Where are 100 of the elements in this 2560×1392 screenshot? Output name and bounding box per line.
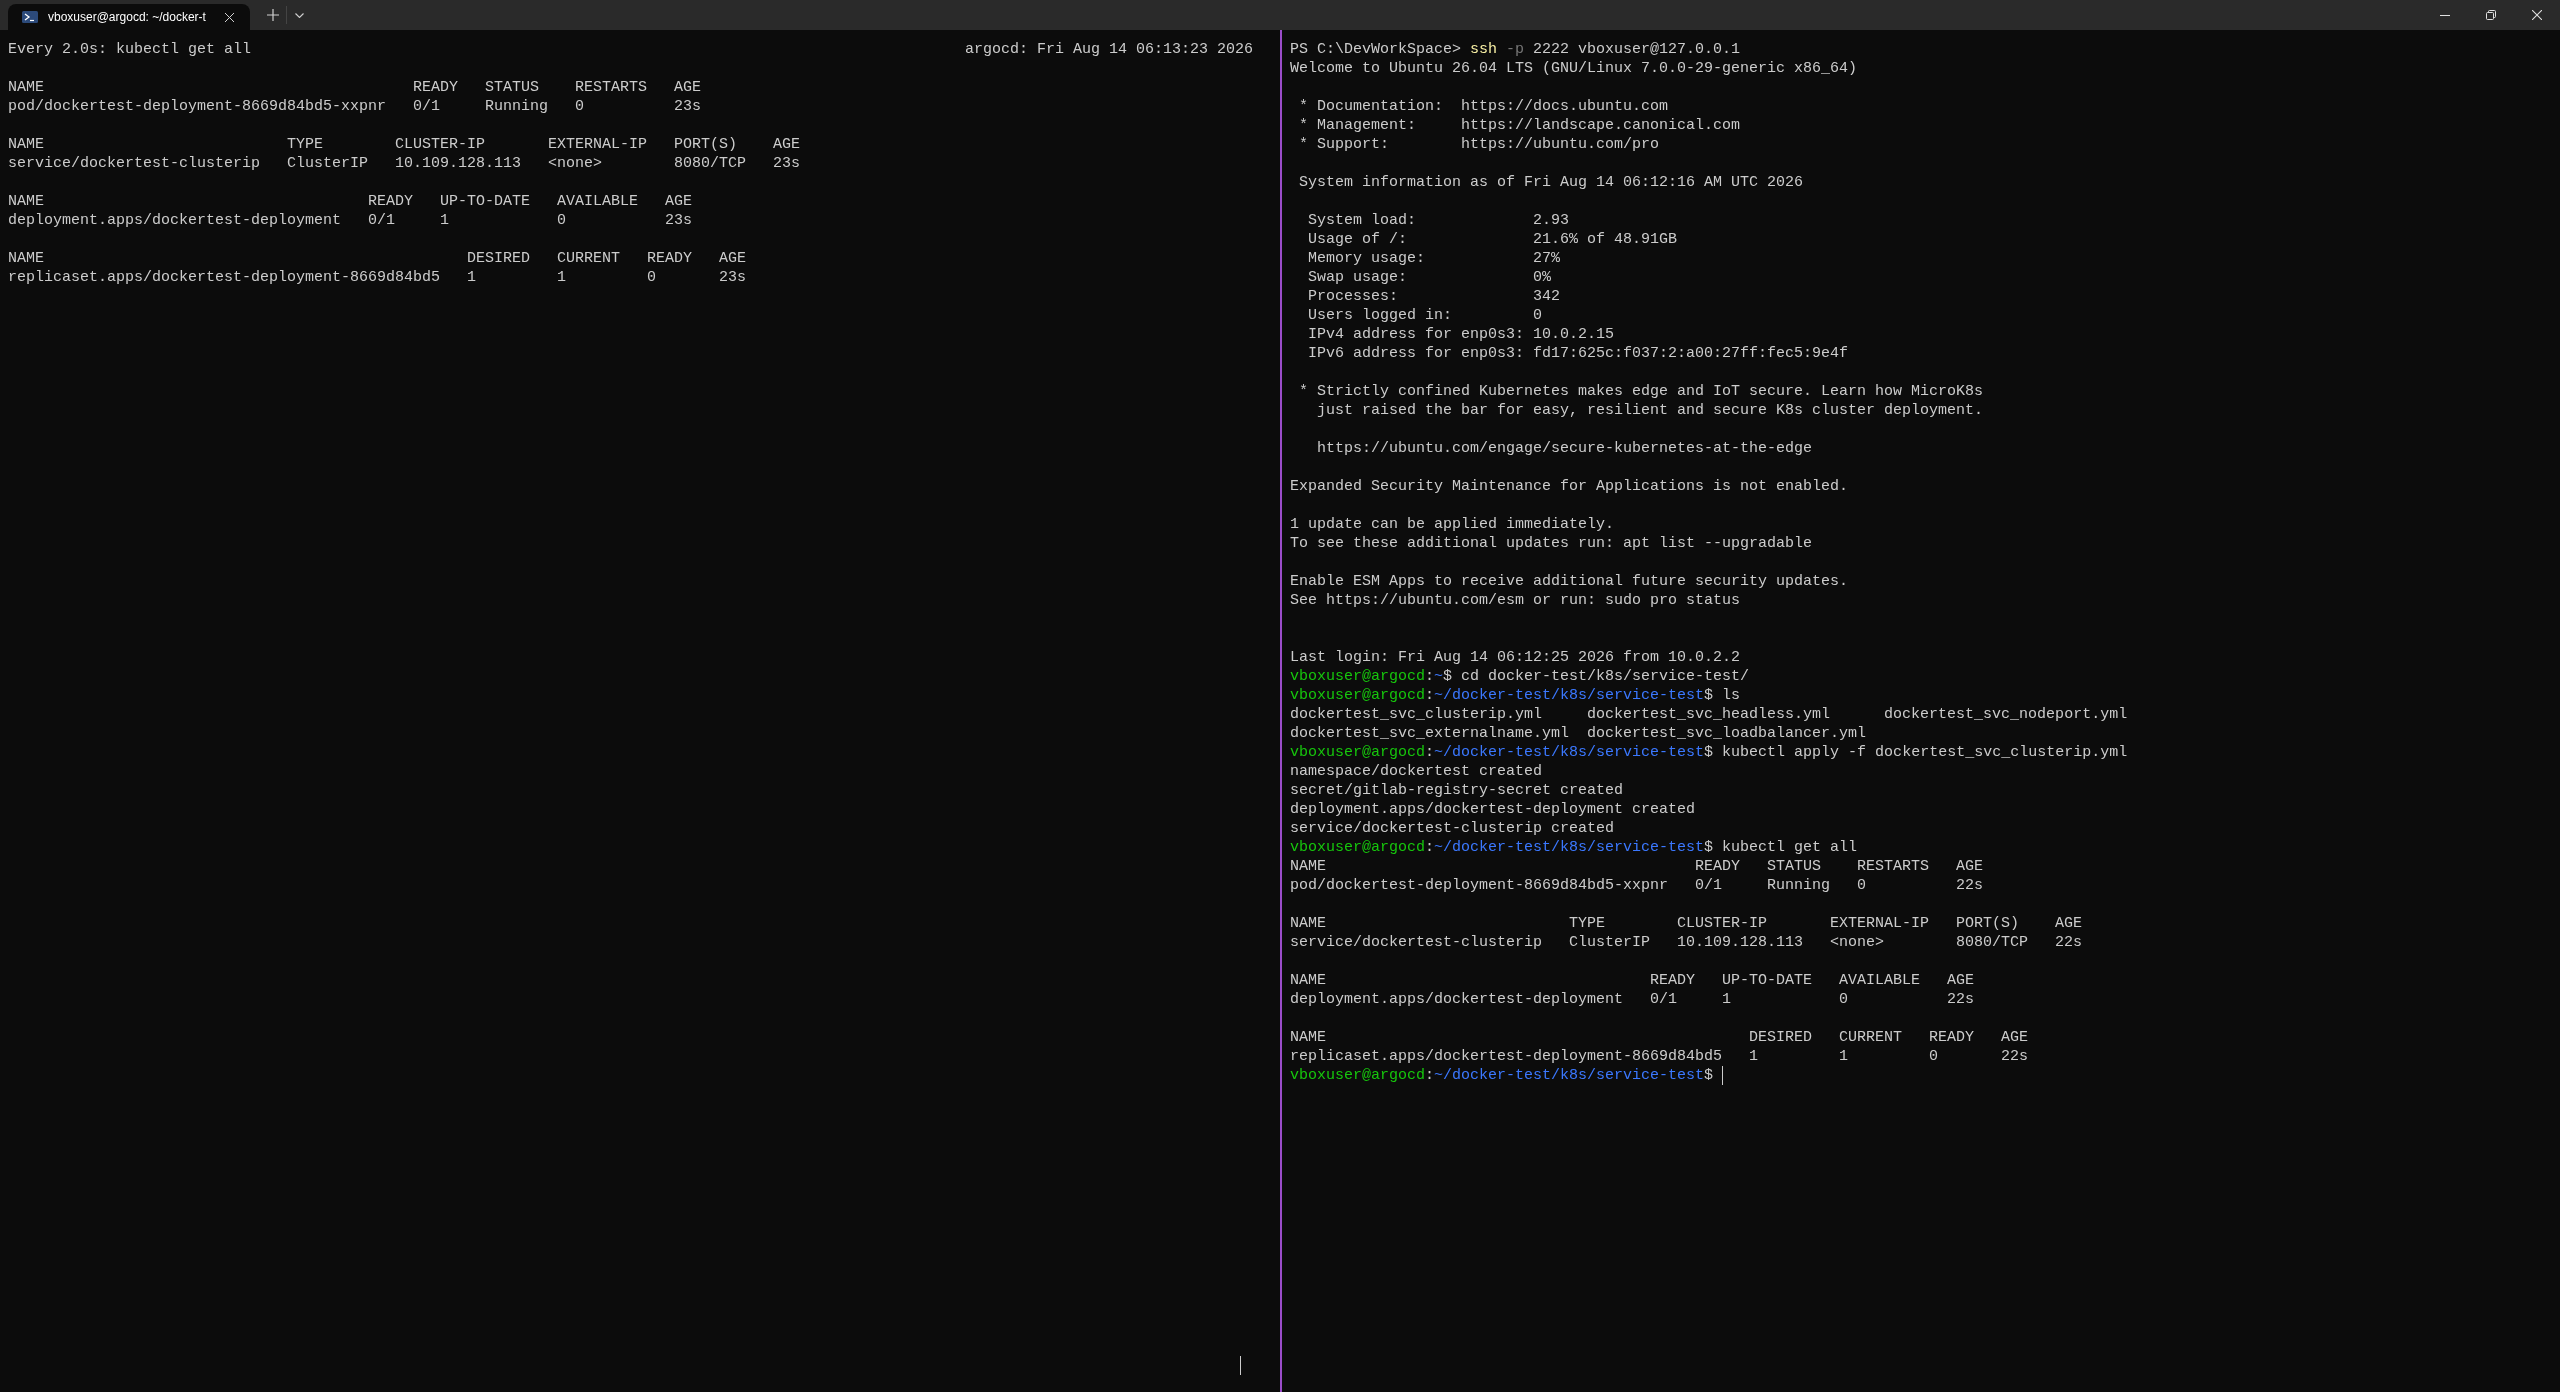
table-cell-text: 0 <box>1839 990 1850 1009</box>
column-header: AGE <box>665 192 693 211</box>
output-text: 2222 vboxuser@127.0.0.1 <box>1532 40 1741 59</box>
output-text: * Strictly confined Kubernetes makes edge and IoT secure. Learn how MicroK8s <box>1298 382 1984 401</box>
column-header: AGE <box>674 78 702 97</box>
output-text: $ cd docker-test/k8s/service-test/ <box>1443 667 1750 686</box>
table-cell-text: 0/1 <box>1650 990 1679 1009</box>
column-header: READY <box>368 192 415 211</box>
column-header: AVAILABLE <box>1839 971 1922 990</box>
column-header: UP-TO-DATE <box>440 192 532 211</box>
column-header: STATUS <box>485 78 541 97</box>
minimize-icon <box>2440 14 2450 16</box>
column-header: READY <box>413 78 460 97</box>
column-header: READY <box>1695 857 1742 876</box>
column-header: AVAILABLE <box>557 192 640 211</box>
table-cell-text: 0 <box>557 211 568 230</box>
table-cell-text: 0/1 <box>368 211 397 230</box>
tab-close-button[interactable] <box>222 10 236 24</box>
column-header: AGE <box>2001 1028 2029 1047</box>
close-icon <box>224 12 234 22</box>
table-cell-text: 0/1 <box>1695 876 1724 895</box>
column-header: RESTARTS <box>575 78 649 97</box>
column-header: RESTARTS <box>1857 857 1931 876</box>
table-cell-text: 8080/TCP <box>1956 933 2030 952</box>
output-text: $ ls <box>1704 686 1741 705</box>
prompt-path: ~ <box>1434 667 1444 686</box>
column-header: CURRENT <box>557 249 622 268</box>
table-cell-text: deployment.apps/dockertest-deployment <box>1290 990 1625 1009</box>
table-cell: 22s <box>1956 876 1984 895</box>
output-text: * Support: https://ubuntu.com/pro <box>1298 135 1660 154</box>
output-text: Users logged in: 0 <box>1307 306 1543 325</box>
table-cell-text: pod/dockertest-deployment-8669d84bd5-xxpnr <box>8 97 388 116</box>
column-header: READY <box>1650 971 1697 990</box>
table-cell-text: 0 <box>575 97 586 116</box>
output-text: Memory usage: 27% <box>1307 249 1561 268</box>
prompt-user: vboxuser@argocd <box>1290 743 1426 762</box>
table-cell-text: Running <box>485 97 550 116</box>
column-header: EXTERNAL-IP <box>548 135 649 154</box>
column-header: AGE <box>773 135 801 154</box>
column-header: AGE <box>1947 971 1975 990</box>
output-text: dockertest_svc_clusterip.yml dockertest_svc_headless.yml dockertest_svc_nodeport.yml <box>1290 705 2128 724</box>
output-text: : <box>1425 667 1435 686</box>
output-text: secret/gitlab-registry-secret created <box>1290 781 1624 800</box>
column-header: TYPE <box>1569 914 1607 933</box>
column-header: PORT(S) <box>1956 914 2021 933</box>
output-text: Welcome to Ubuntu 26.04 LTS (GNU/Linux 7.0.0-29-generic x86_64) <box>1290 59 1858 78</box>
plus-icon <box>267 9 279 21</box>
column-header: NAME <box>1290 1028 1327 1047</box>
table-cell-text: 1 <box>1722 990 1733 1009</box>
table-cell: 23s <box>665 211 693 230</box>
output-text: Swap usage: 0% <box>1307 268 1552 287</box>
output-text: : <box>1425 686 1435 705</box>
table-cell-text: 0 <box>647 268 658 287</box>
column-header: DESIRED <box>1749 1028 1814 1047</box>
table-cell: 22s <box>2055 933 2083 952</box>
column-header: TYPE <box>287 135 325 154</box>
output-text: * Management: https://landscape.canonical.com <box>1298 116 1741 135</box>
output-text: deployment.apps/dockertest-deployment created <box>1290 800 1696 819</box>
output-text: : <box>1425 1066 1435 1085</box>
output-text: just raised the bar for easy, resilient and secure K8s cluster deployment. <box>1316 401 1984 420</box>
table-cell-text: 1 <box>1839 1047 1850 1066</box>
terminal-tab[interactable]: vboxuser@argocd: ~/docker-t <box>8 4 250 30</box>
table-cell: 23s <box>674 97 702 116</box>
output-text: PS C:\DevWorkSpace> <box>1290 40 1463 59</box>
table-cell-text: 1 <box>1749 1047 1760 1066</box>
table-cell: 23s <box>773 154 801 173</box>
table-cell: 22s <box>2001 1047 2029 1066</box>
output-text: : <box>1425 743 1435 762</box>
output-text: See https://ubuntu.com/esm or run: sudo pro status <box>1290 591 1741 610</box>
output-text: System load: 2.93 <box>1307 211 1570 230</box>
prompt-user: vboxuser@argocd <box>1290 1066 1426 1085</box>
output-text: Usage of /: 21.6% of 48.91GB <box>1307 230 1678 249</box>
output-text: To see these additional updates run: apt list --upgradable <box>1290 534 1813 553</box>
text-cursor <box>1240 1356 1241 1375</box>
close-icon <box>2532 10 2542 20</box>
column-header: UP-TO-DATE <box>1722 971 1814 990</box>
column-header: CURRENT <box>1839 1028 1904 1047</box>
column-header: NAME <box>1290 971 1327 990</box>
column-header: READY <box>647 249 694 268</box>
column-header: NAME <box>8 135 45 154</box>
output-text: IPv4 address for enp0s3: 10.0.2.15 <box>1307 325 1615 344</box>
column-header: NAME <box>8 78 45 97</box>
table-cell-text: Running <box>1767 876 1832 895</box>
output-text: Last login: Fri Aug 14 06:12:25 2026 from 10.0.2.2 <box>1290 648 1741 667</box>
chevron-down-icon <box>294 12 304 18</box>
output-text: namespace/dockertest created <box>1290 762 1543 781</box>
prompt-user: vboxuser@argocd <box>1290 838 1426 857</box>
output-text: service/dockertest-clusterip created <box>1290 819 1615 838</box>
prompt-path: ~/docker-test/k8s/service-test <box>1434 686 1705 705</box>
output-text: $ <box>1704 1066 1715 1085</box>
output-text: : <box>1425 838 1435 857</box>
table-cell: 22s <box>1947 990 1975 1009</box>
output-text: Processes: 342 <box>1307 287 1561 306</box>
output-text: IPv6 address for enp0s3: fd17:625c:f037:2:a00:27ff:fec5:9e4f <box>1307 344 1849 363</box>
output-text: Expanded Security Maintenance for Applications is not enabled. <box>1290 477 1849 496</box>
table-cell-text: replicaset.apps/dockertest-deployment-8669d84bd5 <box>8 268 442 287</box>
prompt-path: ~/docker-test/k8s/service-test <box>1434 743 1705 762</box>
prompt-user: vboxuser@argocd <box>1290 667 1426 686</box>
column-header: CLUSTER-IP <box>1677 914 1769 933</box>
table-cell-text: 1 <box>557 268 568 287</box>
